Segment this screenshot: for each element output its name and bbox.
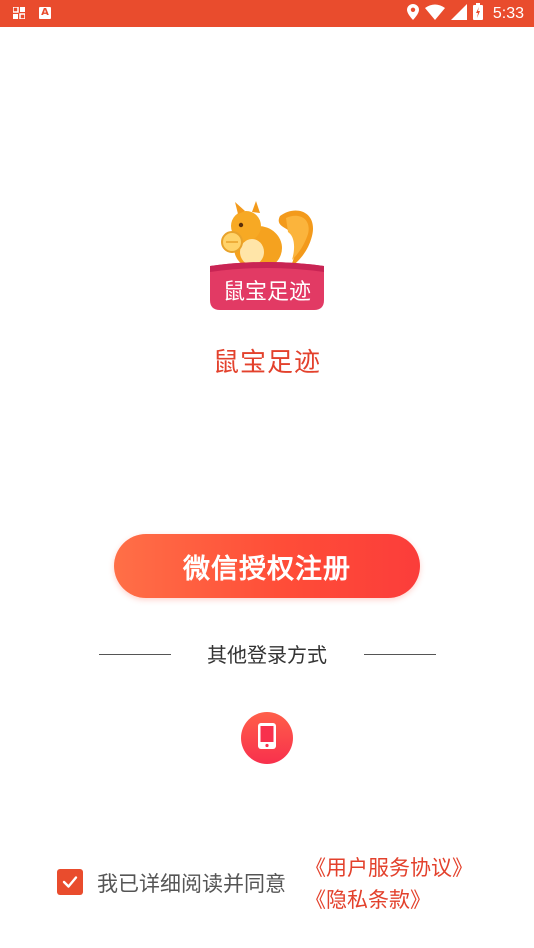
wechat-register-button[interactable]: 微信授权注册 [114,534,420,598]
app-title: 鼠宝足迹 [212,348,321,378]
signal-icon [450,3,467,24]
privacy-link[interactable]: 《隐私条款》 [305,884,431,914]
status-left-icons: A [12,6,51,19]
status-time: 5:33 [492,4,524,22]
terms-link[interactable]: 《用户服务协议》 [305,852,473,882]
phone-icon [257,722,277,754]
location-pin-icon [406,3,419,24]
agree-checkbox[interactable] [57,869,83,895]
agree-text: 我已详细阅读并同意 [97,872,286,896]
grid-icon [12,6,25,19]
checkmark-icon [62,876,78,888]
wifi-icon [424,4,445,24]
agreement-section: 我已详细阅读并同意 《用户服务协议》 《隐私条款》 [57,852,527,922]
status-bar: A 5:33 [0,0,534,27]
other-login-divider: 其他登录方式 [0,640,534,670]
wechat-register-label: 微信授权注册 [183,553,351,585]
battery-icon [472,3,483,24]
a-letter-icon: A [39,6,51,19]
logo-text: 鼠宝足迹 [223,280,311,305]
app-logo: 鼠宝足迹 [208,200,326,312]
other-login-label: 其他登录方式 [207,643,327,667]
divider-line-right [364,654,436,655]
status-right-icons: 5:33 [406,3,524,24]
phone-login-button[interactable] [241,712,293,764]
